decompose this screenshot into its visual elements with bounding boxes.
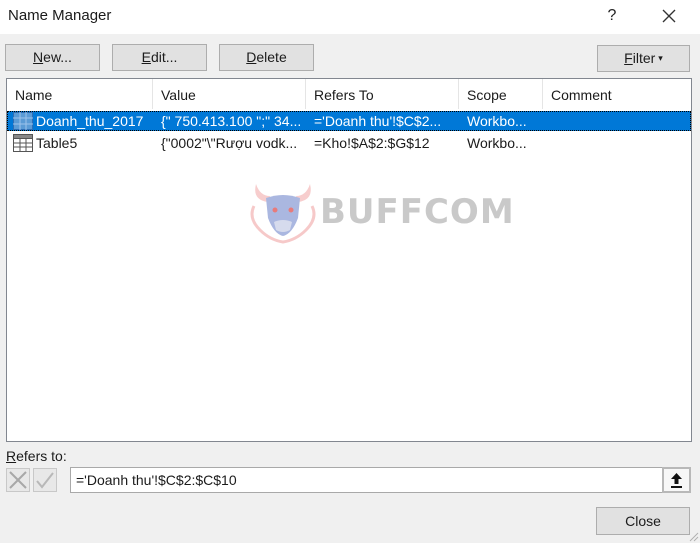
- table-range-icon: [13, 112, 33, 130]
- column-header-value[interactable]: Value: [153, 79, 306, 109]
- refers-to-label: Refers to:: [6, 448, 67, 464]
- refers-to-label-text: efers to:: [16, 448, 67, 464]
- dialog-title: Name Manager: [8, 7, 112, 24]
- filter-button[interactable]: Filter ▾: [597, 45, 690, 72]
- cell-scope: Workbo...: [467, 113, 527, 129]
- delete-button[interactable]: Delete: [219, 44, 314, 71]
- commit-edit-button[interactable]: [33, 468, 57, 492]
- cell-value: {"0002"\"Rượu vodk...: [161, 135, 298, 151]
- table-row[interactable]: Doanh_thu_2017 {" 750.413.100 ";" 34... …: [7, 111, 691, 131]
- cell-name: Doanh_thu_2017: [36, 113, 144, 129]
- title-bar: Name Manager ?: [0, 0, 700, 34]
- new-button[interactable]: New...: [5, 44, 100, 71]
- chevron-down-icon: ▾: [658, 53, 663, 63]
- new-mnemonic: N: [33, 49, 44, 65]
- filter-mnemonic: F: [624, 50, 633, 66]
- cell-refers-to: =Kho!$A$2:$G$12: [314, 135, 430, 151]
- edit-mnemonic: E: [141, 49, 151, 65]
- new-label: ew...: [43, 49, 72, 65]
- close-button[interactable]: Close: [596, 507, 690, 535]
- column-header-refers-to[interactable]: Refers To: [306, 79, 459, 109]
- close-window-button[interactable]: [652, 3, 686, 29]
- column-header-comment[interactable]: Comment: [543, 79, 691, 109]
- help-button[interactable]: ?: [598, 3, 626, 29]
- refers-to-mnemonic: R: [6, 448, 17, 464]
- cell-comment: [551, 133, 691, 153]
- table-icon: [13, 134, 33, 152]
- delete-mnemonic: D: [246, 49, 257, 65]
- cell-refers-to: ='Doanh thu'!$C$2...: [314, 113, 442, 129]
- delete-label: elete: [256, 49, 287, 65]
- cell-comment: [551, 111, 691, 131]
- filter-label: ilter: [632, 50, 656, 66]
- watermark-text: BUFFCOM: [320, 192, 515, 232]
- cancel-x-icon: [9, 471, 27, 489]
- names-list[interactable]: Name Value Refers To Scope Comment Doanh…: [6, 78, 692, 442]
- bull-logo-icon: [250, 184, 316, 244]
- cell-name: Table5: [36, 135, 78, 151]
- table-row[interactable]: Table5 {"0002"\"Rượu vodk... =Kho!$A$2:$…: [7, 133, 691, 153]
- cancel-edit-button[interactable]: [6, 468, 30, 492]
- column-header-scope[interactable]: Scope: [459, 79, 543, 109]
- column-header-name[interactable]: Name: [7, 79, 153, 109]
- watermark: BUFFCOM: [248, 178, 514, 244]
- checkmark-icon: [36, 472, 54, 489]
- edit-button[interactable]: Edit...: [112, 44, 207, 71]
- upload-arrow-icon: [671, 473, 682, 488]
- resize-grip-icon[interactable]: [688, 531, 699, 542]
- cell-scope: Workbo...: [467, 135, 527, 151]
- refers-to-input[interactable]: [70, 467, 662, 493]
- collapse-dialog-button[interactable]: [662, 467, 691, 493]
- edit-label: dit...: [150, 49, 178, 65]
- close-x-icon: [662, 9, 676, 23]
- cell-value: {" 750.413.100 ";" 34...: [161, 113, 302, 129]
